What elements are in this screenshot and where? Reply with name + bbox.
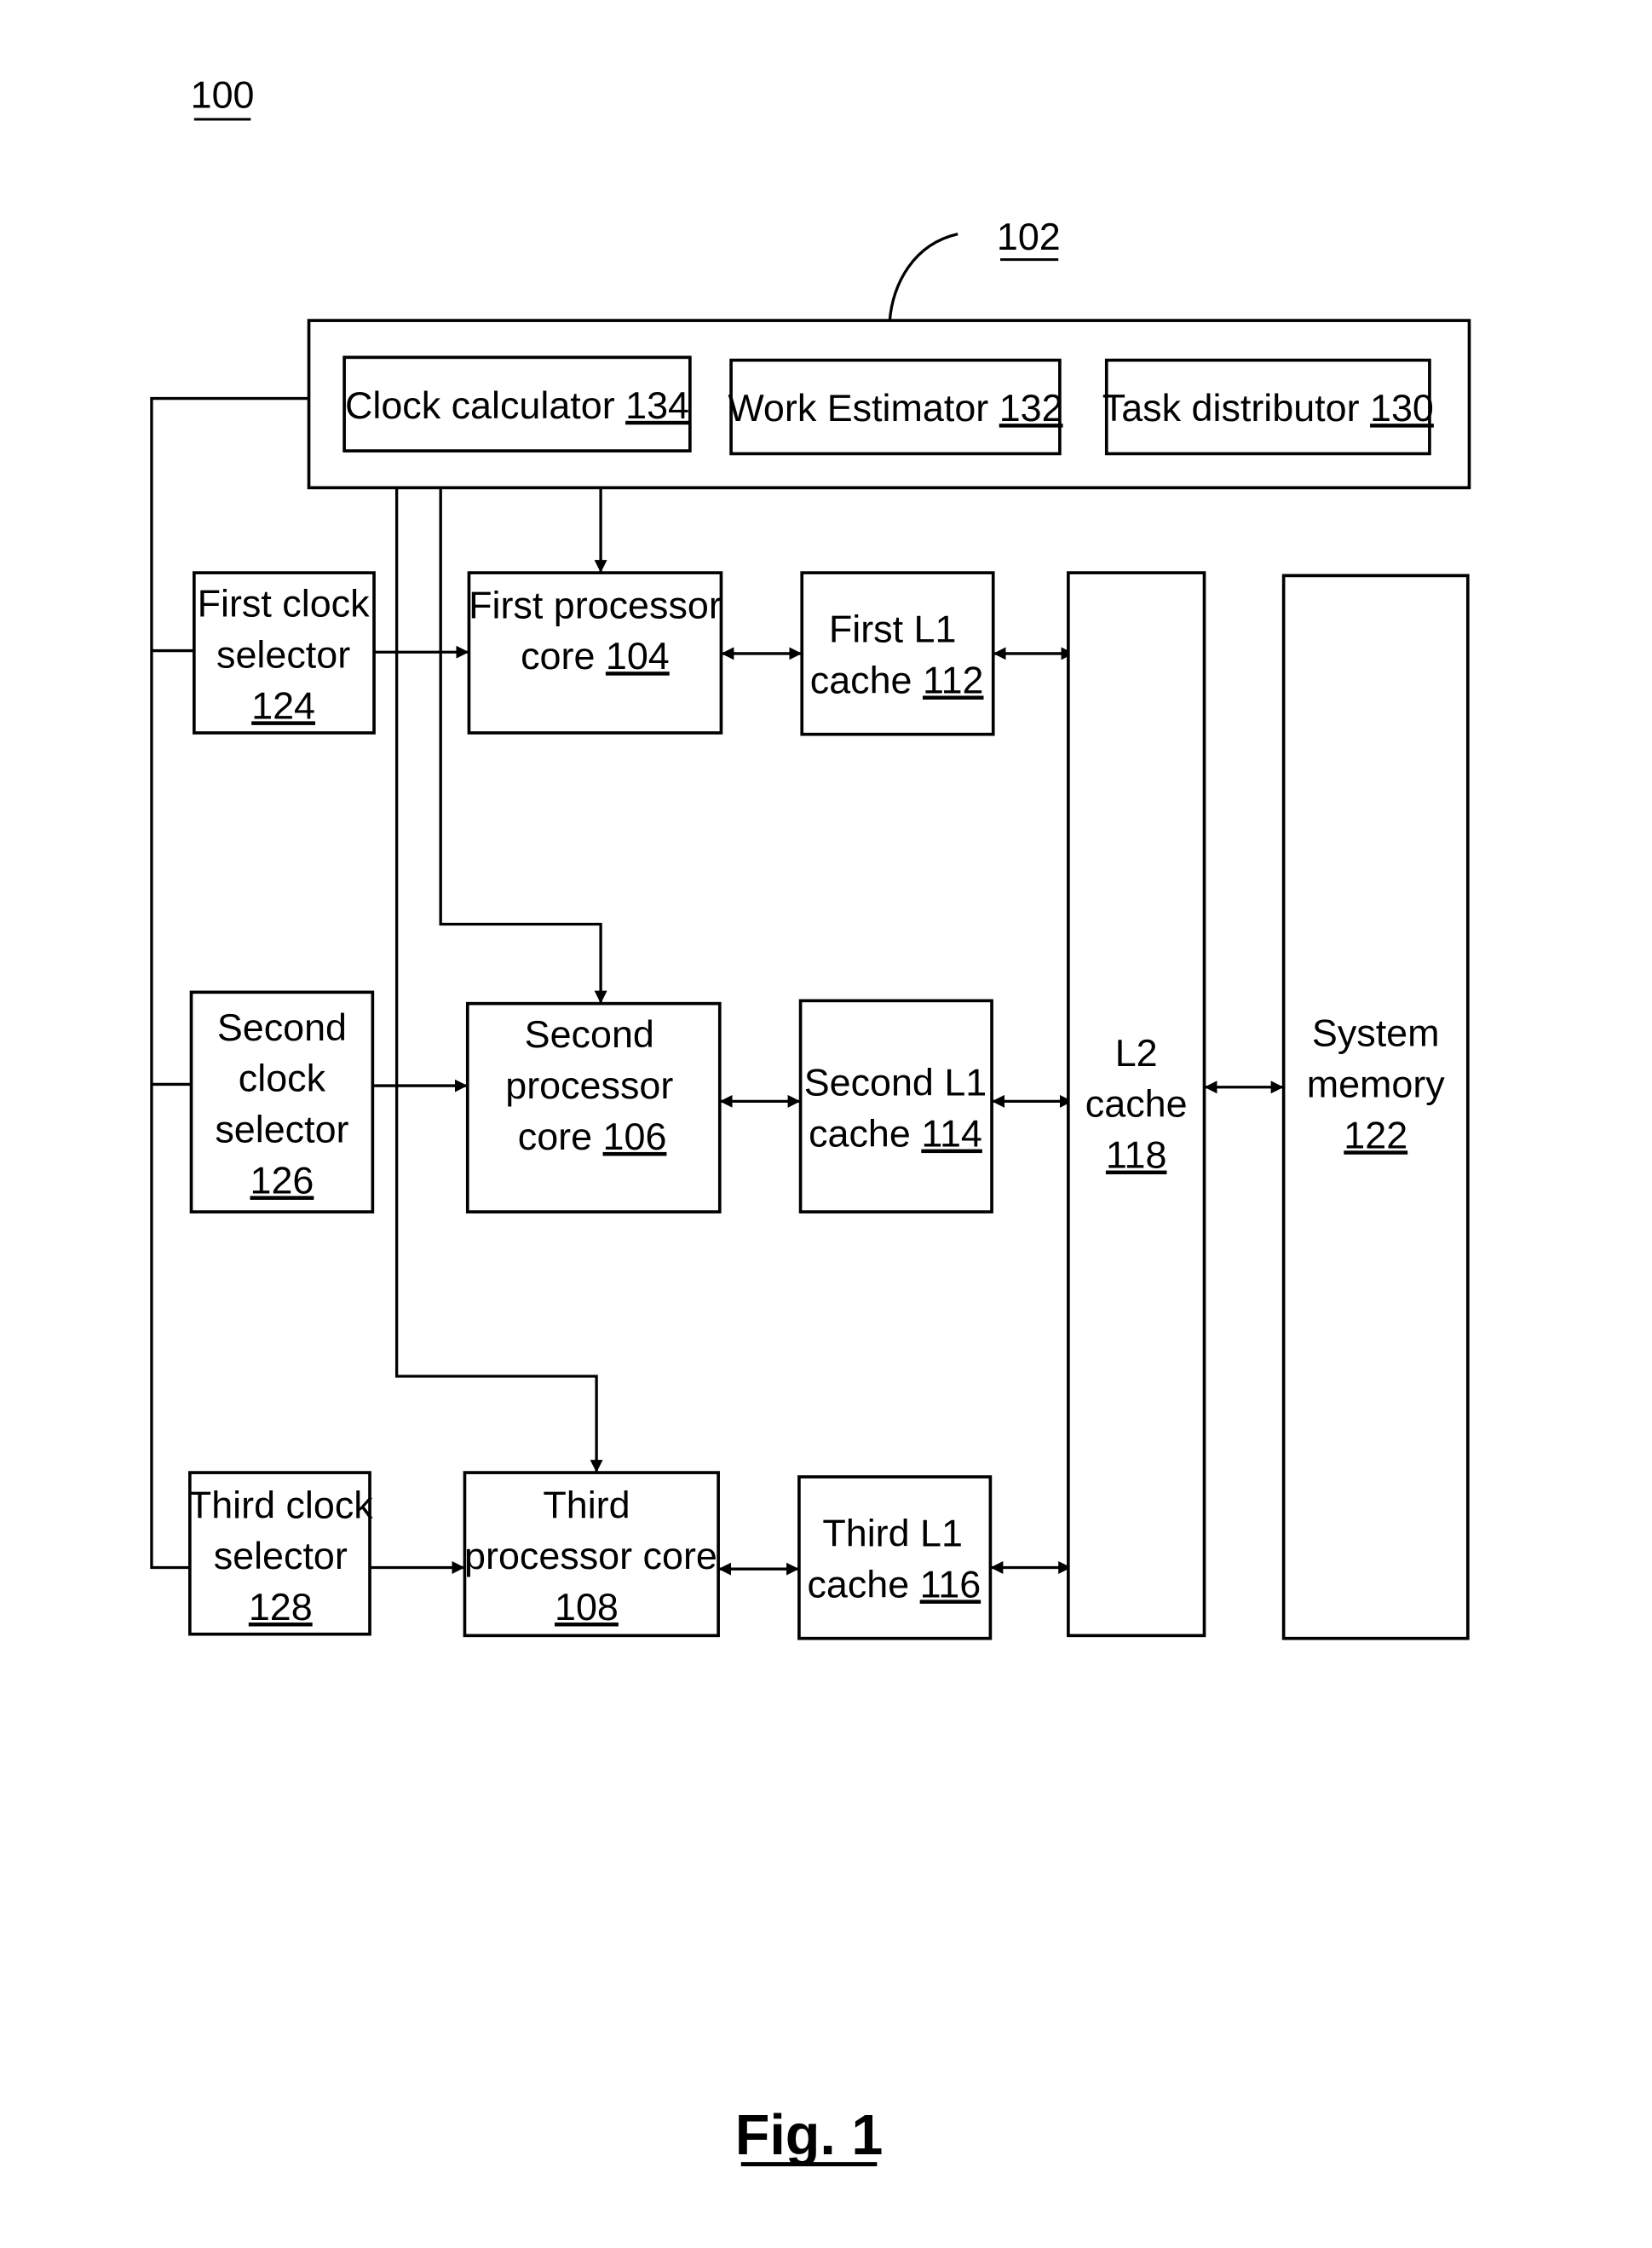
first-l1-cache: First L1 cache 112 xyxy=(800,571,995,736)
component-ref: 130 xyxy=(1370,386,1434,429)
third-clock-selector: Third clock selector 128 xyxy=(188,1471,373,1636)
controller-ref-label: 102 xyxy=(997,215,1061,258)
first-processor-core: First processor core 104 xyxy=(467,571,723,735)
l2-cache: L2 cache 118 xyxy=(1067,571,1206,1638)
svg-text:Secondprocessorcore 106: Second processor core 106 xyxy=(505,1012,673,1158)
figure-ref-label: 100 xyxy=(191,73,255,117)
component-ref: 132 xyxy=(999,386,1063,429)
work-estimator: Work Estimator 132 xyxy=(728,358,1063,456)
third-processor-core: Third processor core 108 xyxy=(463,1471,720,1638)
svg-text:Work Estimator 132: Work Estimator 132 xyxy=(728,386,1062,429)
task-distributor: Task distributor 130 xyxy=(1102,358,1434,456)
second-clock-selector: Second clock selector 126 xyxy=(189,990,375,1213)
task-wire-second-core xyxy=(439,487,607,1004)
svg-text:Clock calculator 134: Clock calculator 134 xyxy=(345,383,689,427)
svg-text:Task distributor 130: Task distributor 130 xyxy=(1102,386,1434,429)
second-l1-cache: Second L1 cache 114 xyxy=(798,999,993,1213)
block-diagram: 100 102 Clock calculator 134 Work Estima… xyxy=(150,73,1471,2167)
clock-calculator: Clock calculator 134 xyxy=(342,355,692,452)
figure-caption: Fig. 1 xyxy=(735,2104,884,2167)
first-clock-selector: First clock selector 124 xyxy=(192,571,376,735)
controller-leader-line xyxy=(888,233,958,321)
second-processor-core: Second processor core 106 xyxy=(465,1001,722,1213)
component-name: Work Estimator xyxy=(728,386,988,429)
component-ref: 134 xyxy=(625,383,689,427)
component-name: Task distributor xyxy=(1102,386,1360,429)
component-name: Clock calculator xyxy=(345,383,615,427)
third-l1-cache: Third L1 cache 116 xyxy=(797,1475,993,1640)
system-memory: System memory 122 xyxy=(1281,574,1470,1640)
